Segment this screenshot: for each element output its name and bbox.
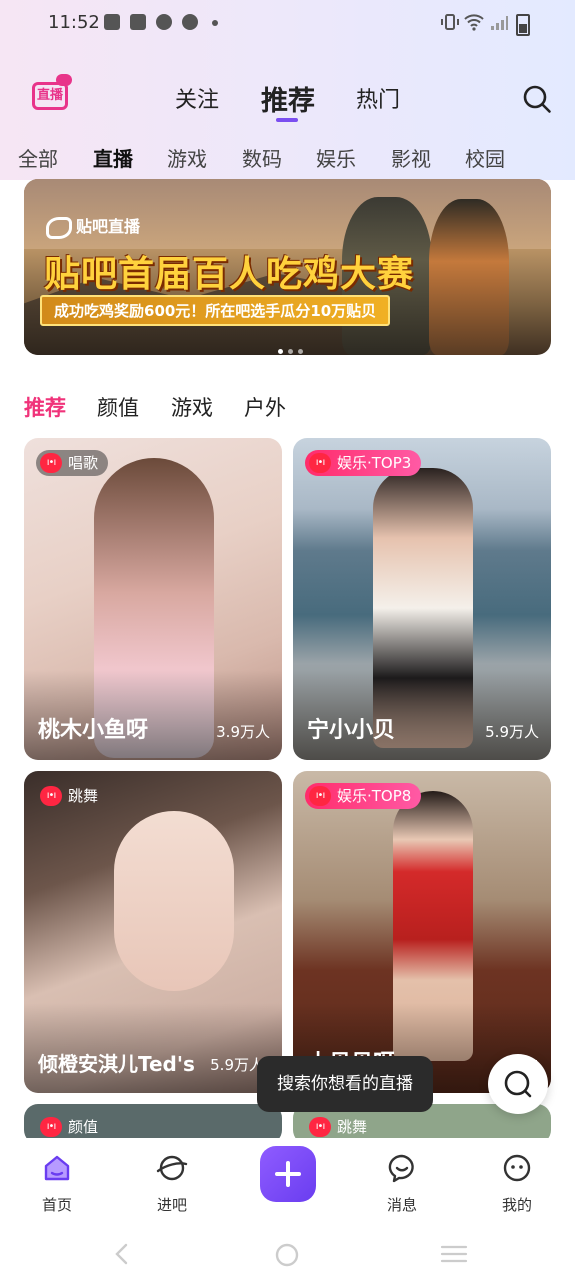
live-icon: ı•ı [309, 453, 331, 473]
home-icon [44, 1155, 70, 1181]
category-badge: ı•ı 唱歌 [36, 450, 109, 476]
bottom-nav: 首页 进吧 消息 我的 [0, 1138, 575, 1280]
promo-banner[interactable]: 贴吧直播 贴吧首届百人吃鸡大赛 成功吃鸡奖励600元！所在吧选手瓜分10万贴贝 [24, 179, 551, 355]
live-card[interactable]: ı•ı娱乐·TOP8 小贝贝呀 5 [293, 771, 551, 1093]
status-bar: 11:52 [0, 0, 575, 48]
tieba-live-logo-icon [46, 216, 72, 239]
tab-recommend[interactable]: 推荐 [261, 79, 315, 118]
planet-icon [156, 1155, 188, 1181]
plus-icon [275, 1161, 301, 1187]
signal-icon [491, 16, 508, 30]
category-games[interactable]: 游戏 [167, 143, 207, 172]
category-all[interactable]: 全部 [18, 143, 58, 172]
viewer-count: 5.9万人 [210, 1056, 264, 1074]
live-card[interactable]: ı•ı 娱乐·TOP3 宁小小贝 5.9万人 [293, 438, 551, 760]
recents-icon[interactable] [440, 1242, 468, 1266]
category-badge: ı•ı 娱乐·TOP3 [305, 450, 422, 476]
category-campus[interactable]: 校园 [465, 143, 505, 172]
section-tab-recommend[interactable]: 推荐 [24, 392, 66, 422]
tab-follow[interactable]: 关注 [175, 82, 219, 114]
logo-bubble-icon [56, 74, 72, 86]
streamer-name: 桃木小鱼呀 [38, 718, 149, 743]
live-icon: ı•ı [40, 1117, 62, 1137]
search-icon[interactable] [522, 84, 552, 114]
live-card[interactable]: ı•ı 唱歌 桃木小鱼呀 3.9万人 [24, 438, 282, 760]
profile-face-icon [503, 1154, 531, 1182]
more-notifications-icon [212, 20, 218, 26]
tab-hot[interactable]: 热门 [356, 82, 400, 114]
battery-icon [516, 14, 530, 36]
category-badge: ı•ı 颜值 [36, 1114, 108, 1140]
category-badge: ı•ı 跳舞 [305, 1114, 377, 1140]
category-badge: ı•ı 娱乐·TOP8 [305, 783, 422, 809]
nav-label: 消息 [386, 1196, 417, 1214]
category-film[interactable]: 影视 [391, 143, 431, 172]
live-icon: ı•ı [309, 1117, 331, 1137]
category-live[interactable]: 直播 [93, 143, 133, 172]
streamer-name: 倾橙安淇儿Ted's [38, 1052, 195, 1076]
search-tooltip: 搜索你想看的直播 [257, 1056, 433, 1112]
streamer-name: 宁小小贝 [307, 718, 396, 743]
banner-title: 贴吧首届百人吃鸡大赛 [44, 254, 415, 295]
viewer-count: 5.9万人 [485, 723, 539, 741]
home-button-icon[interactable] [274, 1242, 300, 1268]
streamer-thumbnail [114, 811, 234, 991]
section-tab-games[interactable]: 游戏 [171, 392, 213, 422]
live-logo[interactable]: 直播 [32, 74, 72, 112]
message-icon [388, 1154, 414, 1183]
nav-messages[interactable]: 消息 [362, 1152, 442, 1215]
status-time: 11:52 [48, 12, 100, 33]
category-entertainment[interactable]: 娱乐 [316, 143, 356, 172]
wifi-icon [464, 14, 484, 31]
section-tab-looks[interactable]: 颜值 [97, 392, 139, 422]
active-tab-indicator [276, 118, 298, 122]
live-icon: ı•ı [309, 786, 331, 806]
category-badge: ı•ı 跳舞 [36, 783, 108, 809]
live-icon: ı•ı [40, 786, 62, 806]
category-digital[interactable]: 数码 [242, 143, 282, 172]
live-icon: ı•ı [40, 453, 62, 473]
section-tab-outdoor[interactable]: 户外 [244, 392, 286, 422]
banner-subtitle: 成功吃鸡奖励600元！所在吧选手瓜分10万贴贝 [40, 295, 391, 326]
back-icon[interactable] [112, 1242, 132, 1266]
floating-search-button[interactable] [488, 1054, 548, 1114]
logo-text: 直播 [32, 82, 68, 110]
vibrate-icon [441, 14, 459, 30]
nav-home[interactable]: 首页 [17, 1152, 97, 1215]
nav-label: 进吧 [156, 1196, 187, 1214]
notification-icon [104, 14, 120, 30]
viewer-count: 3.9万人 [216, 723, 270, 741]
notification-icon [182, 14, 198, 30]
create-button[interactable] [260, 1146, 316, 1202]
notification-icon [156, 14, 172, 30]
banner-pagination [278, 339, 308, 355]
search-icon [504, 1070, 532, 1098]
nav-bar[interactable]: 进吧 [132, 1152, 212, 1215]
nav-profile[interactable]: 我的 [477, 1152, 557, 1215]
notification-icon [130, 14, 146, 30]
soldier-figure [429, 199, 509, 355]
nav-label: 首页 [41, 1196, 72, 1214]
nav-label: 我的 [501, 1196, 532, 1214]
live-card[interactable]: ı•ı 跳舞 倾橙安淇儿Ted's 5.9万人 [24, 771, 282, 1093]
banner-brand: 贴吧直播 [46, 213, 140, 239]
